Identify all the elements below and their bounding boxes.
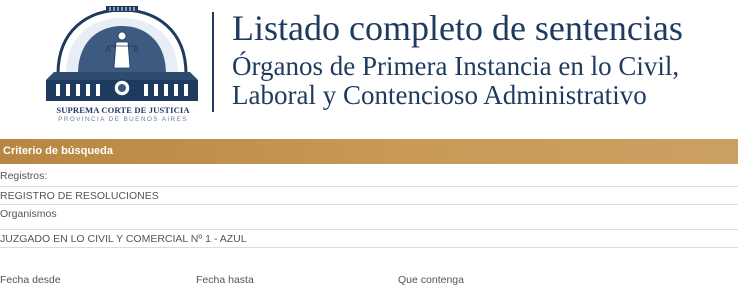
organismos-value: JUZGADO EN LO CIVIL Y COMERCIAL Nº 1 - A… [0,233,247,245]
organismos-select[interactable]: JUZGADO EN LO CIVIL Y COMERCIAL Nº 1 - A… [0,229,738,248]
page-header: SUPREMA CORTE DE JUSTICIA PROVINCIA DE B… [0,0,738,130]
court-emblem-icon [46,6,198,101]
fecha-desde-label: Fecha desde [0,274,61,286]
page-subtitle-line-2: Laboral y Contencioso Administrativo [232,80,647,110]
logo-title: SUPREMA CORTE DE JUSTICIA [56,105,190,115]
page-title: Listado completo de sentencias [232,8,683,48]
logo-subtitle: PROVINCIA DE BUENOS AIRES [58,116,188,123]
search-criteria-header[interactable]: Criterio de búsqueda [0,139,738,164]
que-contenga-label: Que contenga [398,274,464,286]
registros-label-row: Registros: [0,168,738,185]
page-subtitle-line-1: Órganos de Primera Instancia en lo Civil… [232,51,680,81]
organismos-label-row: Organismos [0,206,738,223]
scj-logo: SUPREMA CORTE DE JUSTICIA PROVINCIA DE B… [36,2,208,128]
registros-select[interactable]: REGISTRO DE RESOLUCIONES [0,186,738,205]
page-subtitle: Órganos de Primera Instancia en lo Civil… [232,52,679,110]
search-criteria-title: Criterio de búsqueda [3,145,114,157]
registros-value: REGISTRO DE RESOLUCIONES [0,190,159,202]
registros-label: Registros: [0,170,48,182]
header-divider [212,12,214,112]
fecha-hasta-label: Fecha hasta [196,274,254,286]
organismos-label: Organismos [0,208,57,220]
